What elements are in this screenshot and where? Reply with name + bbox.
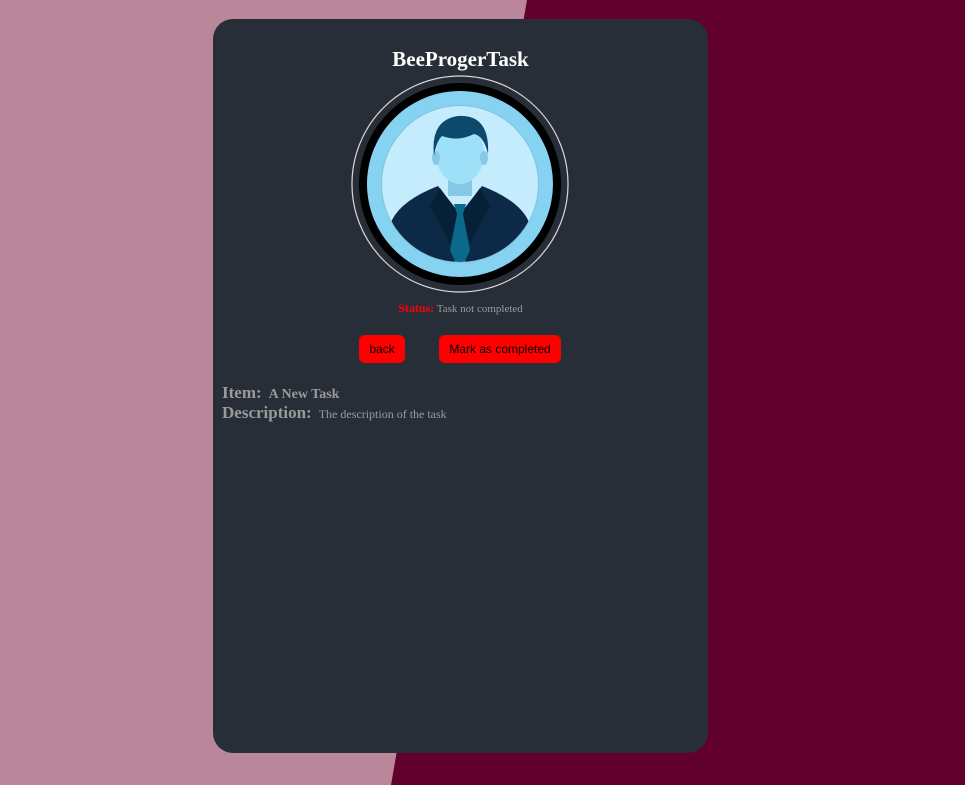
- status-line: Status: Task not completed: [213, 301, 708, 316]
- status-label: Status:: [398, 301, 435, 315]
- avatar: [350, 74, 570, 294]
- app-title: BeeProgerTask: [392, 47, 529, 71]
- description-value: The description of the task: [318, 407, 447, 421]
- task-item-row: Item: A New Task: [222, 383, 339, 403]
- user-avatar-icon: [351, 75, 569, 293]
- task-description-row: Description: The description of the task: [222, 403, 447, 423]
- description-label: Description:: [222, 403, 312, 422]
- status-value: Task not completed: [436, 303, 523, 315]
- back-button[interactable]: back: [359, 335, 405, 363]
- mark-completed-button[interactable]: Mark as completed: [439, 335, 561, 363]
- item-value: A New Task: [268, 387, 340, 402]
- item-label: Item:: [222, 383, 262, 402]
- task-card: BeeProgerTask Status: Task not completed…: [213, 19, 708, 753]
